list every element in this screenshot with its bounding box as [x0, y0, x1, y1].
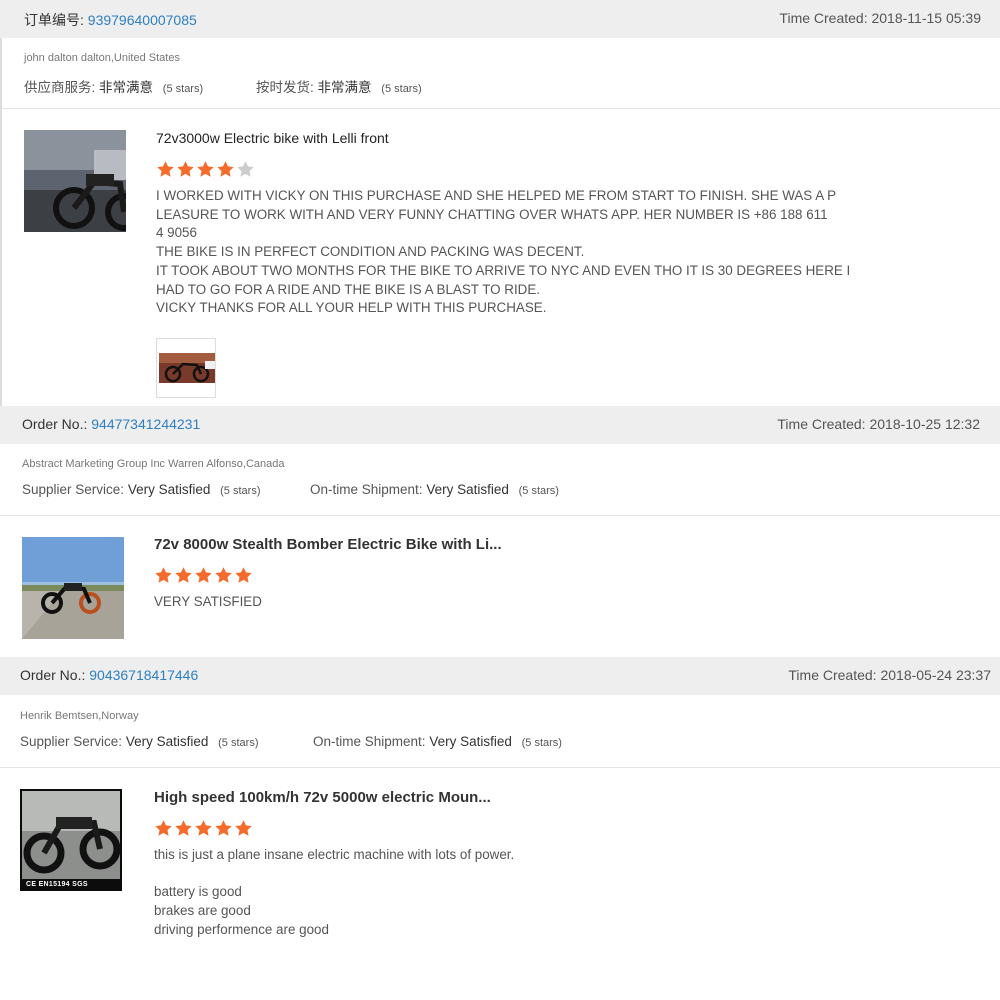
time-created: Time Created: 2018-11-15 05:39 — [779, 10, 981, 26]
order-header: Order No.: 90436718417446 Time Created: … — [0, 657, 1000, 695]
order-number: Order No.: 90436718417446 — [20, 667, 198, 683]
product-thumbnail[interactable] — [24, 130, 126, 232]
star-filled-icon — [235, 820, 252, 836]
supplier-service-rating: 供应商服务: 非常满意 (5 stars) — [24, 76, 203, 96]
supplier-service-stars: (5 stars) — [220, 485, 261, 497]
shipment-label: On-time Shipment: — [310, 482, 423, 497]
supplier-service-label: Supplier Service: — [20, 734, 123, 749]
shipment-label: On-time Shipment: — [313, 734, 426, 749]
product-title[interactable]: High speed 100km/h 72v 5000w electric Mo… — [154, 789, 491, 806]
order-header: 订单编号: 93979640007085 Time Created: 2018-… — [0, 0, 1000, 38]
star-filled-icon — [215, 820, 232, 836]
supplier-service-stars: (5 stars) — [162, 83, 204, 95]
shipment-stars: (5 stars) — [381, 83, 422, 95]
star-filled-icon — [235, 567, 252, 583]
star-filled-icon — [177, 161, 194, 177]
product-title[interactable]: 72v3000w Electric bike with Lelli front — [156, 130, 389, 146]
star-filled-icon — [217, 161, 234, 177]
order-label: 订单编号: — [24, 12, 84, 28]
star-rating — [154, 819, 253, 838]
shipment-stars: (5 stars) — [521, 737, 562, 749]
star-filled-icon — [155, 820, 172, 836]
order-number-link[interactable]: 93979640007085 — [88, 12, 197, 28]
star-filled-icon — [195, 820, 212, 836]
order-number: Order No.: 94477341244231 — [22, 416, 200, 432]
star-filled-icon — [215, 567, 232, 583]
divider — [0, 767, 1000, 768]
product-thumbnail[interactable]: CE EN15194 SGS — [20, 789, 122, 891]
review-photo[interactable] — [156, 338, 216, 398]
star-empty-icon — [237, 161, 254, 177]
product-title[interactable]: 72v 8000w Stealth Bomber Electric Bike w… — [154, 536, 502, 553]
order-header: Order No.: 94477341244231 Time Created: … — [0, 406, 1000, 444]
supplier-service-rating: Supplier Service: Very Satisfied (5 star… — [22, 482, 260, 497]
product-thumbnail[interactable] — [22, 537, 124, 639]
review-comment: VERY SATISFIED — [154, 594, 262, 609]
order-label: Order No.: — [20, 667, 86, 683]
shipment-value: 非常满意 — [317, 80, 372, 95]
divider — [0, 515, 1000, 516]
supplier-service-stars: (5 stars) — [218, 737, 259, 749]
supplier-service-label: Supplier Service: — [22, 482, 125, 497]
shipment-label: 按时发货: — [256, 80, 314, 95]
shipment-rating: On-time Shipment: Very Satisfied (5 star… — [313, 734, 562, 749]
divider — [0, 108, 1000, 109]
supplier-service-rating: Supplier Service: Very Satisfied (5 star… — [20, 734, 258, 749]
certification-badge: CE EN15194 SGS — [26, 881, 88, 888]
star-filled-icon — [175, 567, 192, 583]
star-filled-icon — [155, 567, 172, 583]
shipment-value: Very Satisfied — [426, 482, 509, 497]
buyer-name: john dalton dalton,United States — [24, 52, 180, 64]
star-filled-icon — [157, 161, 174, 177]
shipment-value: Very Satisfied — [429, 734, 512, 749]
supplier-service-label: 供应商服务: — [24, 80, 96, 95]
time-created: Time Created: 2018-10-25 12:32 — [777, 416, 980, 432]
star-rating — [154, 566, 253, 585]
star-filled-icon — [195, 567, 212, 583]
order-number-link[interactable]: 90436718417446 — [89, 667, 198, 683]
order-number-link[interactable]: 94477341244231 — [91, 416, 200, 432]
order-number: 订单编号: 93979640007085 — [24, 10, 197, 30]
star-filled-icon — [197, 161, 214, 177]
supplier-service-value: 非常满意 — [99, 80, 154, 95]
supplier-service-value: Very Satisfied — [127, 482, 211, 497]
buyer-name: Abstract Marketing Group Inc Warren Alfo… — [22, 458, 285, 470]
left-border — [0, 38, 2, 406]
order-label: Order No.: — [22, 416, 88, 432]
review-comment: this is just a plane insane electric mac… — [154, 847, 515, 937]
star-rating — [156, 160, 255, 179]
shipment-stars: (5 stars) — [518, 485, 559, 497]
buyer-name: Henrik Bemtsen,Norway — [20, 710, 139, 722]
shipment-rating: 按时发货: 非常满意 (5 stars) — [256, 76, 422, 96]
shipment-rating: On-time Shipment: Very Satisfied (5 star… — [310, 482, 559, 497]
review-comment: I WORKED WITH VICKY ON THIS PURCHASE AND… — [156, 188, 851, 316]
star-filled-icon — [175, 820, 192, 836]
supplier-service-value: Very Satisfied — [125, 734, 209, 749]
time-created: Time Created: 2018-05-24 23:37 — [788, 667, 991, 683]
